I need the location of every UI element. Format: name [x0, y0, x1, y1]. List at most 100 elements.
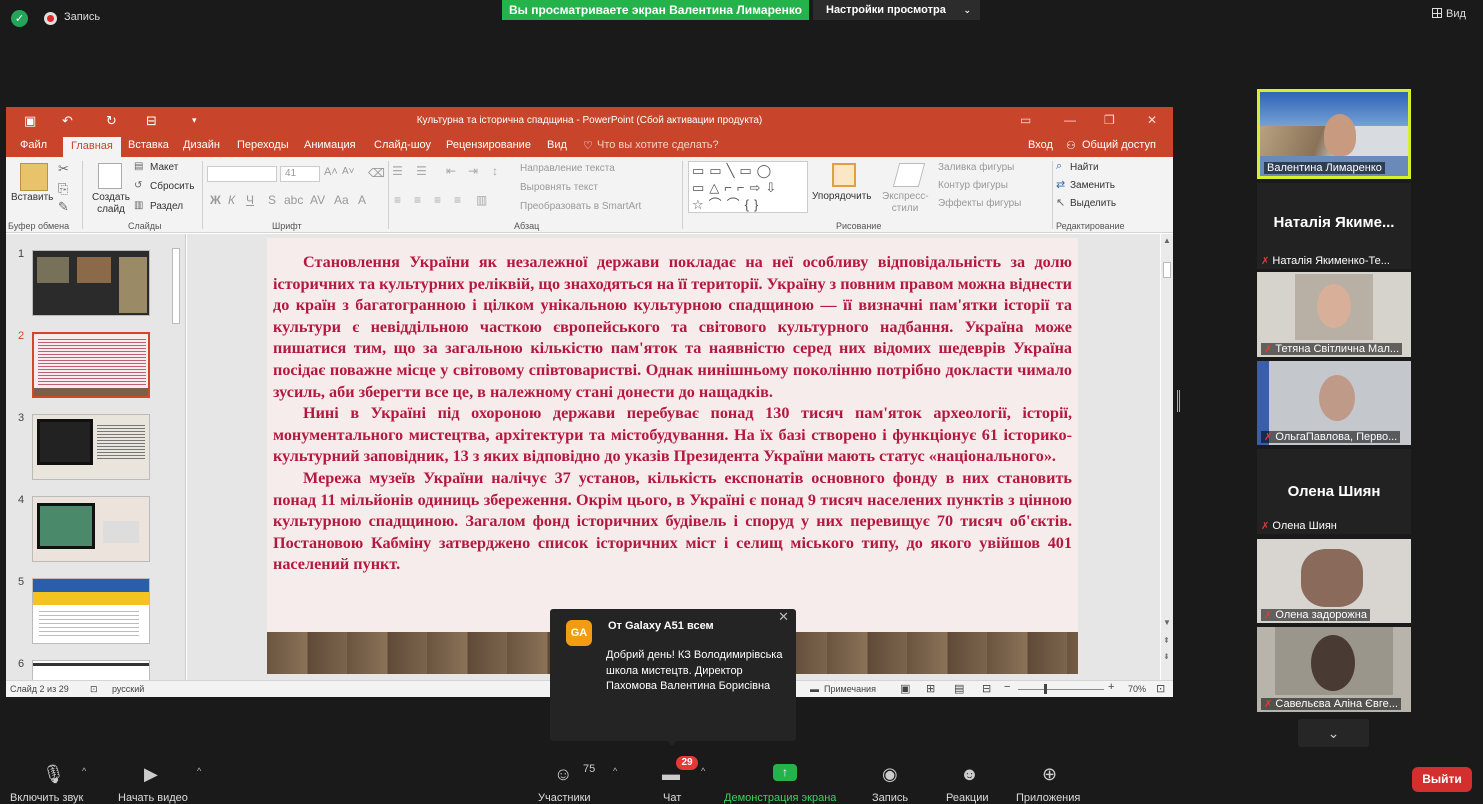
share-button[interactable]: Общий доступ [1082, 139, 1156, 151]
participant-tile[interactable]: ✗ ОльгаПавлова, Перво... [1257, 361, 1411, 445]
find-button[interactable]: Найти [1070, 162, 1099, 173]
arrange-button[interactable]: Упорядочить [812, 191, 872, 202]
tab-slideshow[interactable]: Слайд-шоу [374, 139, 431, 151]
numbering-icon[interactable]: ☰ [416, 164, 427, 178]
line-spacing-icon[interactable]: ↕ [492, 164, 498, 178]
font-size-select[interactable]: 41 [280, 166, 320, 182]
slide-thumbnail-2[interactable] [32, 332, 150, 398]
zoom-level[interactable]: 70% [1128, 684, 1146, 694]
slide-thumbnail-3[interactable] [32, 414, 150, 480]
zoom-in-icon[interactable]: + [1108, 681, 1114, 693]
justify-icon[interactable]: ≡ [454, 193, 461, 207]
close-icon[interactable]: ✕ [778, 609, 789, 625]
outdent-icon[interactable]: ⇥ [468, 164, 478, 178]
replace-button[interactable]: Заменить [1070, 180, 1115, 191]
slide-thumbnail-1[interactable] [32, 250, 150, 316]
zoom-out-icon[interactable]: − [1004, 681, 1010, 693]
indent-icon[interactable]: ⇤ [446, 164, 456, 178]
scroll-up-icon[interactable]: ▲ [1163, 236, 1171, 245]
tab-review[interactable]: Рецензирование [446, 139, 531, 151]
tab-design[interactable]: Дизайн [183, 139, 220, 151]
reset-button[interactable]: Сбросить [150, 181, 194, 192]
more-participants-button[interactable]: ⌄ [1298, 719, 1369, 747]
record-button-label[interactable]: Запись [872, 792, 908, 804]
align-center-icon[interactable]: ≡ [414, 193, 421, 207]
reading-view-icon[interactable]: ▤ [954, 682, 964, 695]
participants-icon[interactable]: ☺ [554, 764, 572, 785]
leave-button[interactable]: Выйти [1412, 767, 1472, 792]
bold-icon[interactable]: Ж [210, 193, 221, 207]
minimize-icon[interactable]: — [1064, 113, 1076, 127]
tell-me-box[interactable]: Что вы хотите сделать? [597, 139, 719, 151]
slide-text-box[interactable]: Становлення України як незалежної держав… [273, 252, 1072, 576]
express-styles-button[interactable]: Экспресс-стили [882, 191, 929, 215]
maximize-icon[interactable]: ❐ [1104, 113, 1115, 127]
zoom-slider[interactable] [1018, 689, 1104, 690]
share-screen-icon[interactable]: ↑ [773, 764, 797, 781]
align-text-button[interactable]: Выровнять текст [520, 182, 598, 193]
slide-thumbnail-5[interactable] [32, 578, 150, 644]
language-indicator[interactable]: русский [112, 684, 144, 694]
participant-tile[interactable]: ✗ Олена задорожна [1257, 539, 1411, 623]
section-button[interactable]: Раздел [150, 201, 183, 212]
change-case-icon[interactable]: Aa [334, 193, 349, 207]
previous-slide-icon[interactable]: ⇞ [1163, 636, 1170, 645]
layout-button[interactable]: Макет [150, 162, 178, 173]
editor-scrollbar[interactable]: ▲ ▼ ⇞ ⇟ [1161, 234, 1173, 680]
paste-button[interactable]: Вставить [11, 192, 53, 203]
chat-notification-popup[interactable]: GA От Galaxy A51 всем ✕ Добрий день! КЗ … [550, 609, 796, 746]
align-left-icon[interactable]: ≡ [394, 193, 401, 207]
thumbnails-scrollbar[interactable] [170, 234, 182, 680]
audio-options-caret[interactable]: ^ [82, 766, 86, 776]
unmute-button-label[interactable]: Включить звук [10, 792, 83, 804]
spellcheck-icon[interactable]: ⊡ [90, 684, 98, 695]
close-icon[interactable]: ✕ [1147, 113, 1157, 127]
tab-home[interactable]: Главная [63, 137, 121, 157]
fit-slide-icon[interactable]: ⊡ [1156, 682, 1165, 695]
grow-font-icon[interactable]: A˄ [324, 166, 338, 178]
participant-tile[interactable]: Олена Шиян ✗ Олена Шиян [1257, 449, 1411, 534]
express-styles-icon[interactable] [892, 163, 926, 187]
shrink-font-icon[interactable]: A˅ [342, 166, 355, 177]
view-button[interactable]: Вид [1432, 8, 1466, 20]
columns-icon[interactable]: ▥ [476, 193, 487, 207]
new-slide-button[interactable]: Создать слайд [90, 192, 132, 216]
apps-icon[interactable]: ⊕ [1042, 764, 1057, 785]
convert-smartart-button[interactable]: Преобразовать в SmartArt [520, 201, 641, 212]
select-button[interactable]: Выделить [1070, 198, 1116, 209]
next-slide-icon[interactable]: ⇟ [1163, 652, 1170, 661]
shape-outline-button[interactable]: Контур фигуры [938, 180, 1008, 191]
tab-animation[interactable]: Анимация [304, 139, 356, 151]
copy-icon[interactable]: ⎘ [58, 181, 68, 197]
scrollbar-thumb[interactable] [1163, 262, 1171, 278]
zoom-slider-thumb[interactable] [1044, 684, 1047, 694]
font-name-select[interactable] [207, 166, 277, 182]
scrollbar-thumb[interactable] [172, 248, 180, 324]
clear-formatting-icon[interactable]: ⌫ [368, 166, 385, 180]
reactions-icon[interactable]: ☻ [960, 764, 979, 785]
scroll-down-icon[interactable]: ▼ [1163, 618, 1171, 627]
participants-button-label[interactable]: Участники [538, 792, 591, 804]
notes-button[interactable]: Примечания [824, 684, 876, 694]
tab-view[interactable]: Вид [547, 139, 567, 151]
shape-fill-button[interactable]: Заливка фигуры [938, 162, 1014, 173]
bullets-icon[interactable]: ☰ [392, 164, 403, 178]
participant-tile[interactable]: Наталія Якиме... ✗ Наталія Якименко-Те... [1257, 183, 1411, 269]
video-off-icon[interactable]: ▶ [144, 764, 158, 785]
tab-file[interactable]: Файл [20, 139, 47, 151]
new-slide-icon[interactable] [98, 163, 122, 189]
normal-view-icon[interactable]: ▣ [900, 682, 910, 695]
video-options-caret[interactable]: ^ [197, 766, 201, 776]
apps-button-label[interactable]: Приложения [1016, 792, 1080, 804]
chat-button-label[interactable]: Чат [663, 792, 681, 804]
arrange-icon[interactable] [832, 163, 856, 187]
chat-options-caret[interactable]: ^ [701, 766, 705, 776]
shield-icon[interactable]: ✓ [11, 10, 28, 27]
strikethrough-icon[interactable]: abc [284, 193, 303, 207]
panel-resize-handle[interactable] [1177, 390, 1180, 412]
shadow-icon[interactable]: S [268, 193, 276, 207]
tab-transitions[interactable]: Переходы [237, 139, 289, 151]
shapes-gallery[interactable]: ▭▭╲▭◯ ▭△⌐⌐⇨⇩ ☆⌒⌒{} [688, 161, 808, 213]
shape-effects-button[interactable]: Эффекты фигуры [938, 198, 1021, 209]
participant-tile[interactable]: ✗ Тетяна Світлична Мал... [1257, 272, 1411, 357]
